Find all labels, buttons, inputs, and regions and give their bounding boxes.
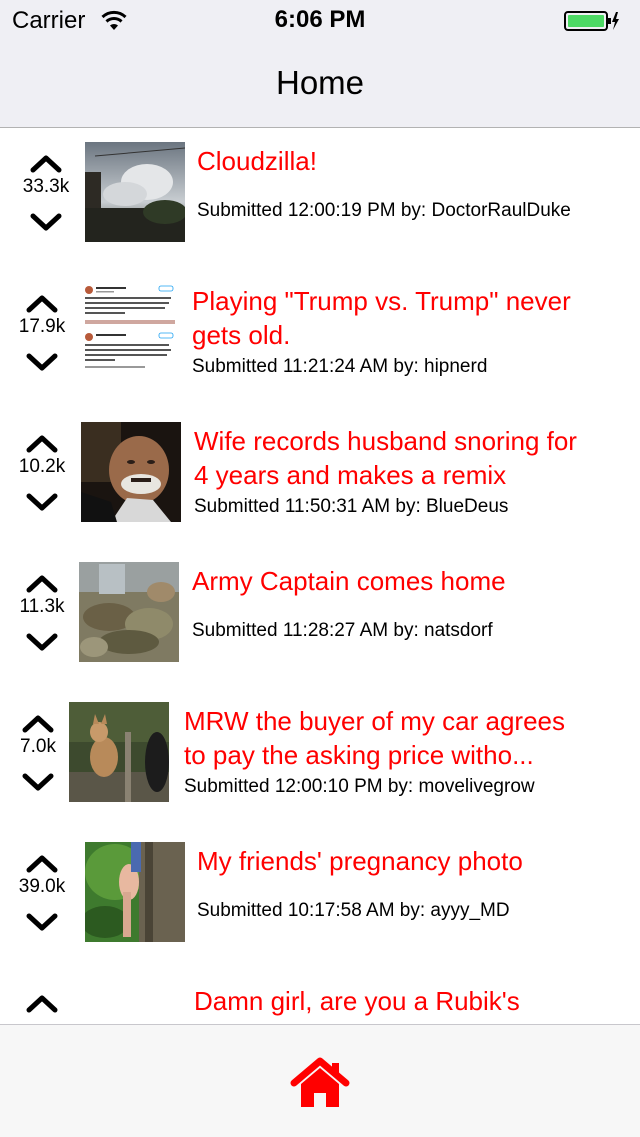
post-meta: Submitted 11:28:27 AM by: natsdorf: [192, 620, 493, 641]
post-score: 10.2k: [18, 456, 66, 477]
post-title[interactable]: Army Captain comes home: [192, 564, 506, 598]
vote-control: 17.9k: [12, 290, 72, 376]
chevron-up-icon[interactable]: [22, 990, 62, 1016]
post-item[interactable]: 17.9k Playing "Trump vs. Trump" never ge…: [0, 268, 640, 408]
post-meta: Submitted 11:50:31 AM by: BlueDeus: [194, 496, 509, 517]
post-score: 7.0k: [20, 736, 56, 757]
post-score: 17.9k: [18, 316, 66, 337]
chevron-down-icon[interactable]: [22, 490, 62, 516]
chevron-up-icon[interactable]: [22, 570, 62, 596]
vote-control: [12, 990, 72, 1024]
post-thumbnail[interactable]: [81, 422, 181, 522]
vote-control: 11.3k: [12, 570, 72, 656]
post-meta: Submitted 11:21:24 AM by: hipnerd: [192, 356, 488, 377]
post-title[interactable]: Damn girl, are you a Rubik's: [194, 984, 520, 1018]
post-title[interactable]: Wife records husband snoring for: [194, 424, 577, 458]
vote-control: 33.3k: [16, 150, 76, 236]
chevron-up-icon[interactable]: [22, 430, 62, 456]
chevron-up-icon[interactable]: [18, 710, 58, 736]
post-title[interactable]: to pay the asking price witho...: [184, 738, 534, 772]
battery-icon: [564, 11, 619, 31]
post-item[interactable]: 7.0k MRW the buyer of my car agrees to p…: [0, 688, 640, 828]
status-time: 6:06 PM: [274, 6, 366, 33]
chevron-down-icon[interactable]: [26, 210, 66, 236]
tab-bar: [0, 1024, 640, 1137]
post-item[interactable]: Damn girl, are you a Rubik's: [0, 968, 640, 1024]
post-title[interactable]: gets old.: [192, 318, 290, 352]
post-title[interactable]: My friends' pregnancy photo: [197, 844, 523, 878]
post-meta: Submitted 12:00:19 PM by: DoctorRaulDuke: [197, 200, 571, 221]
post-meta: Submitted 12:00:10 PM by: movelivegrow: [184, 776, 535, 797]
chevron-down-icon[interactable]: [22, 910, 62, 936]
post-title[interactable]: Playing "Trump vs. Trump" never: [192, 284, 571, 318]
status-bar: Carrier 6:06 PM: [0, 0, 640, 40]
chevron-up-icon[interactable]: [22, 290, 62, 316]
post-title[interactable]: MRW the buyer of my car agrees: [184, 704, 565, 738]
post-item[interactable]: 10.2k Wife records husband snoring for 4…: [0, 408, 640, 548]
post-item[interactable]: 11.3k Army Captain comes home Submitted …: [0, 548, 640, 688]
post-thumbnail[interactable]: [79, 562, 179, 662]
post-title[interactable]: 4 years and makes a remix: [194, 458, 506, 492]
navigation-bar: Home: [0, 40, 640, 128]
vote-control: 7.0k: [8, 710, 68, 796]
post-score: 11.3k: [19, 596, 65, 617]
chevron-down-icon[interactable]: [22, 350, 62, 376]
post-meta: Submitted 10:17:58 AM by: ayyy_MD: [197, 900, 510, 921]
vote-control: 39.0k: [12, 850, 72, 936]
post-thumbnail[interactable]: [81, 282, 181, 382]
chevron-down-icon[interactable]: [22, 630, 62, 656]
vote-control: 10.2k: [12, 430, 72, 516]
chevron-up-icon[interactable]: [26, 150, 66, 176]
chevron-down-icon[interactable]: [18, 770, 58, 796]
post-thumbnail[interactable]: [69, 702, 169, 802]
page-title: Home: [275, 64, 365, 101]
post-title[interactable]: Cloudzilla!: [197, 144, 317, 178]
post-feed[interactable]: 33.3k Cloudzilla! Submitted 12:00:19 PM …: [0, 128, 640, 1024]
home-icon[interactable]: [290, 1057, 350, 1109]
post-thumbnail[interactable]: [85, 842, 185, 942]
post-thumbnail[interactable]: [85, 142, 185, 242]
post-score: 33.3k: [22, 176, 70, 197]
post-item[interactable]: 39.0k My friends' pregnancy photo Submit…: [0, 828, 640, 968]
post-item[interactable]: 33.3k Cloudzilla! Submitted 12:00:19 PM …: [0, 128, 640, 268]
chevron-up-icon[interactable]: [22, 850, 62, 876]
post-score: 39.0k: [18, 876, 66, 897]
